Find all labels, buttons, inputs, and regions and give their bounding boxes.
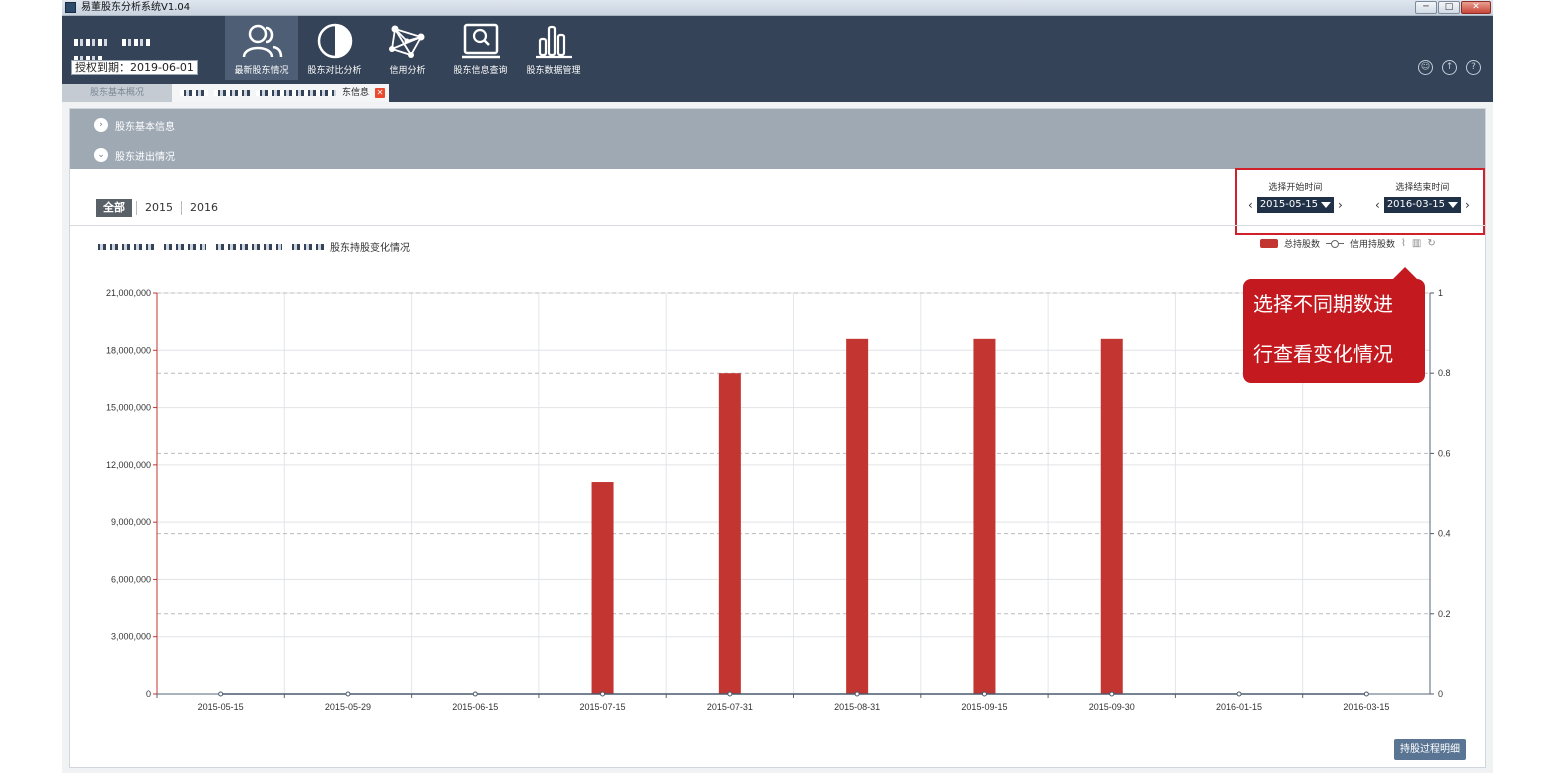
x-tick-label: 2015-09-15	[961, 702, 1007, 712]
redacted-text	[122, 39, 152, 46]
nav-label: 股东数据管理	[526, 66, 581, 76]
license-expiry: 授权到期：2019-06-01	[71, 60, 198, 75]
x-tick-label: 2015-08-31	[834, 702, 880, 712]
tab-bar: 股东基本概况 东信息 ✕	[62, 84, 390, 102]
minimize-button[interactable]: ─	[1415, 1, 1437, 14]
nav-shareholder-compare[interactable]: 股东对比分析	[298, 16, 371, 80]
x-tick-label: 2015-07-15	[580, 702, 626, 712]
maximize-button[interactable]: □	[1438, 1, 1460, 14]
nav-label: 最新股东情况	[234, 66, 289, 76]
nav-credit-analysis[interactable]: 信用分析	[371, 16, 444, 80]
app-window: 易董股东分析系统V1.04 ─ □ ✕ 授权到期：2019-06-01 最新股东…	[62, 0, 1493, 773]
point-credit-shares	[1236, 691, 1242, 697]
x-tick-label: 2015-09-30	[1089, 702, 1135, 712]
point-credit-shares	[981, 691, 987, 697]
nav-label: 信用分析	[389, 66, 426, 76]
holdings-chart: 0 3,000,000 6,000,000 9,000,000 12,000,000 15…	[106, 288, 1451, 712]
network-icon	[388, 25, 424, 58]
y-right-tick-label: 0.6	[1438, 448, 1451, 458]
x-tick-label: 2016-01-15	[1216, 702, 1262, 712]
user-icon[interactable]: ☺	[1418, 60, 1433, 75]
close-tab-icon[interactable]: ✕	[375, 88, 386, 98]
users-icon	[242, 24, 282, 58]
title-bar: 易董股东分析系统V1.04 ─ □ ✕	[62, 0, 1493, 16]
upload-icon[interactable]: ↑	[1442, 60, 1457, 75]
x-tick-label: 2015-07-31	[707, 702, 753, 712]
nav-shareholder-query[interactable]: 股东信息查询	[444, 16, 517, 80]
nav-label: 股东对比分析	[307, 66, 362, 76]
x-tick-label: 2015-06-15	[452, 702, 498, 712]
tab-shareholder-overview[interactable]: 股东基本概况	[62, 84, 172, 102]
main-nav: 最新股东情况 股东对比分析 信用分析 股东信息查询 股东数据管理	[225, 16, 590, 80]
point-credit-shares	[727, 691, 733, 697]
search-monitor-icon	[461, 23, 500, 59]
y-left-tick-label: 18,000,000	[106, 345, 151, 355]
y-right-tick-label: 0.4	[1438, 529, 1451, 539]
half-circle-icon	[317, 23, 352, 59]
x-tick-label: 2016-03-15	[1343, 702, 1389, 712]
point-credit-shares	[472, 691, 478, 697]
redacted-text	[256, 90, 336, 96]
point-credit-shares	[600, 691, 606, 697]
y-left-tick-label: 15,000,000	[106, 403, 151, 413]
y-right-tick-label: 0.2	[1438, 609, 1451, 619]
x-tick-label: 2015-05-15	[198, 702, 244, 712]
bar-chart-icon	[535, 25, 572, 59]
point-credit-shares	[1363, 691, 1369, 697]
y-right-tick-label: 0.8	[1438, 368, 1451, 378]
x-tick-label: 2015-05-29	[325, 702, 371, 712]
bar-total-shares	[846, 338, 869, 694]
nav-label: 股东信息查询	[453, 66, 508, 76]
tab-shareholder-info[interactable]: 东信息 ✕	[172, 84, 390, 102]
bar-total-shares	[591, 482, 614, 694]
point-credit-shares	[345, 691, 351, 697]
nav-latest-shareholders[interactable]: 最新股东情况	[225, 16, 298, 80]
point-credit-shares	[218, 691, 224, 697]
point-credit-shares	[854, 691, 860, 697]
y-left-tick-label: 6,000,000	[111, 574, 151, 584]
bar-total-shares	[718, 373, 741, 694]
y-left-tick-label: 12,000,000	[106, 460, 151, 470]
point-credit-shares	[1109, 691, 1115, 697]
y-right-tick-label: 1	[1438, 288, 1443, 298]
close-button[interactable]: ✕	[1461, 1, 1491, 14]
nav-data-management[interactable]: 股东数据管理	[517, 16, 590, 80]
tab-label: 东信息	[342, 88, 370, 98]
tooltip-callout: 选择不同期数进 行查看变化情况	[1243, 267, 1425, 383]
y-left-tick-label: 3,000,000	[111, 632, 151, 642]
redacted-text	[74, 39, 110, 46]
bar-total-shares	[1100, 338, 1123, 694]
redacted-text	[180, 90, 208, 96]
bar-total-shares	[973, 338, 996, 694]
callout-line-2: 行查看变化情况	[1253, 342, 1393, 366]
help-icon[interactable]: ?	[1466, 60, 1481, 75]
callout-line-1: 选择不同期数进	[1253, 292, 1393, 316]
y-right-tick-label: 0	[1438, 689, 1443, 699]
y-left-tick-label: 21,000,000	[106, 288, 151, 298]
app-logo-icon	[65, 2, 76, 13]
window-title: 易董股东分析系统V1.04	[81, 2, 191, 13]
y-left-tick-label: 9,000,000	[111, 517, 151, 527]
redacted-text	[214, 90, 250, 96]
holding-detail-button[interactable]: 持股过程明细	[1394, 739, 1466, 760]
main-panel: › 股东基本信息 ⌄ 股东进出情况 全部 2015 2016 选择开始时间 ‹ …	[69, 108, 1486, 768]
y-left-tick-label: 0	[146, 689, 151, 699]
